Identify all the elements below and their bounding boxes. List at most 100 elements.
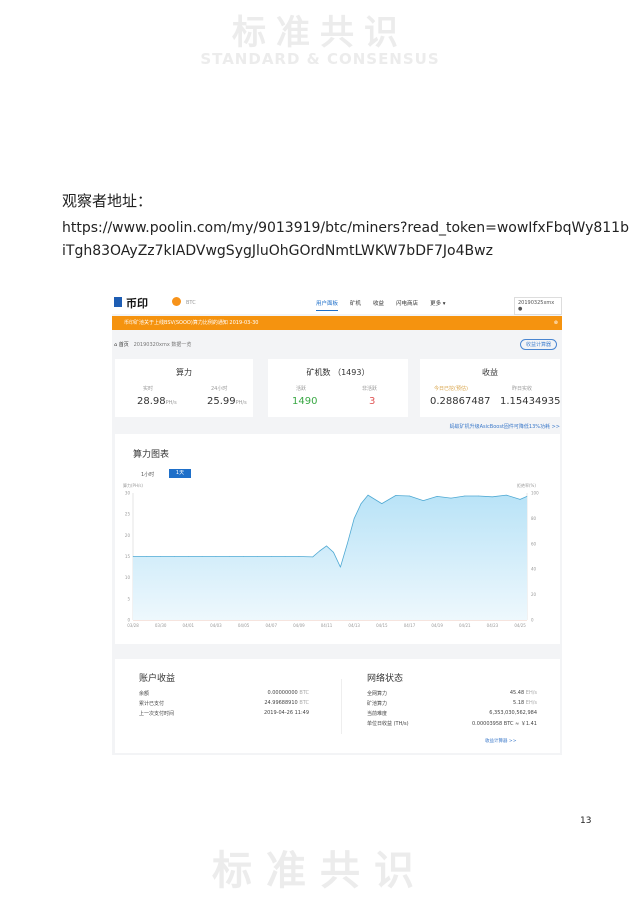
y-tick-label: 0 bbox=[127, 618, 130, 623]
data-point bbox=[409, 495, 410, 497]
data-point bbox=[319, 550, 320, 552]
y-right-tick-label: 60 bbox=[531, 541, 537, 546]
row-value: 5.18 EH/s bbox=[513, 700, 537, 706]
stat-label: 非活跃 bbox=[362, 386, 378, 392]
data-point bbox=[381, 503, 383, 504]
info-row: 累计已支付 24.99688910 BTC bbox=[139, 700, 309, 710]
bitcoin-icon bbox=[172, 297, 181, 306]
active-miners[interactable]: 1490 bbox=[292, 396, 317, 407]
data-point bbox=[423, 500, 424, 501]
profit-calculator-link[interactable]: 收益计算器 >> bbox=[485, 738, 516, 744]
data-point bbox=[312, 556, 314, 558]
row-value: 0.00003958 BTC ≈ ￥1.41 bbox=[472, 721, 537, 727]
calculator-button[interactable]: 收益计算器 bbox=[520, 339, 558, 350]
close-icon[interactable]: ⊗ bbox=[554, 316, 558, 330]
url-line-1[interactable]: https://www.poolin.com/my/9013919/btc/mi… bbox=[62, 220, 629, 236]
watermark-top: 标准共识 STANDARD & CONSENSUS bbox=[150, 16, 490, 68]
x-tick-label: 04/17 bbox=[404, 623, 416, 628]
data-point bbox=[132, 556, 134, 557]
info-row: 单位日收益 (TH/s) 0.00003958 BTC ≈ ￥1.41 bbox=[367, 720, 537, 730]
today-earnings: 0.28867487 bbox=[430, 396, 491, 407]
coin-label[interactable]: BTC bbox=[186, 300, 196, 306]
breadcrumb-home[interactable]: 首页 bbox=[119, 342, 129, 348]
row-value: 24.99688910 BTC bbox=[264, 700, 309, 706]
x-tick-label: 04/07 bbox=[265, 623, 277, 628]
hashrate-chart-card: 算力图表 1小时 1天 算力(PH/s) 拒绝率(%) 0 5 10 15 20 25 30 0 2… bbox=[115, 434, 560, 644]
nav-earnings[interactable]: 收益 bbox=[373, 299, 384, 311]
stat-label: 实时 bbox=[143, 386, 154, 392]
data-point bbox=[326, 545, 327, 547]
x-tick-label: 03/30 bbox=[155, 623, 167, 628]
y-tick-label: 20 bbox=[125, 533, 131, 538]
data-point bbox=[243, 556, 244, 557]
y-tick-label: 30 bbox=[125, 491, 131, 496]
account-name: 20190325xmx bbox=[518, 300, 555, 306]
x-tick-label: 04/15 bbox=[376, 623, 388, 628]
nav-more[interactable]: 更多 ▾ bbox=[430, 299, 446, 311]
data-point bbox=[519, 499, 521, 500]
y-tick-label: 10 bbox=[125, 575, 131, 580]
unit: PH/s bbox=[235, 400, 247, 406]
asicboost-link[interactable]: 蚂蚁矿机升级AsicBoost固件可降低13%功耗 >> bbox=[450, 423, 560, 430]
data-point bbox=[201, 556, 203, 557]
info-row: 当前难度 6,353,030,562,984 bbox=[367, 710, 537, 720]
data-point bbox=[333, 551, 334, 553]
data-point bbox=[284, 556, 286, 557]
page-number: 13 bbox=[580, 816, 592, 826]
y-axis-right-label: 拒绝率(%) bbox=[517, 482, 536, 488]
breadcrumb-current: 20190320xmx 数据一览 bbox=[133, 342, 192, 348]
banner-text: 币印矿池关于上线BSV(SOOO)算力比例的通知 2019-03-30 bbox=[124, 320, 259, 326]
row-value: 6,353,030,562,984 bbox=[489, 710, 537, 716]
breadcrumb: ⌂ 首页 20190320xmx 数据一览 bbox=[114, 342, 192, 348]
unit: PH/s bbox=[165, 400, 177, 406]
data-point bbox=[395, 495, 396, 496]
card-title: 收益 bbox=[482, 368, 498, 377]
nav-store[interactable]: 闪电商店 bbox=[396, 299, 418, 311]
card-title: 矿机数 （1493） bbox=[306, 368, 370, 377]
x-tick-label: 04/01 bbox=[183, 623, 195, 628]
row-label: 单位日收益 (TH/s) bbox=[367, 721, 409, 727]
account-button[interactable]: 20190325xmx ● bbox=[514, 297, 562, 315]
y-right-tick-label: 80 bbox=[531, 516, 537, 521]
row-label: 累计已支付 bbox=[139, 701, 165, 707]
divider bbox=[341, 679, 342, 734]
x-tick-label: 03/28 bbox=[127, 623, 139, 628]
network-title: 网络状态 bbox=[367, 674, 404, 684]
url-line-2[interactable]: iTgh83OAyZz7kIADVwgSygJluOhGOrdNmtLWKW7b… bbox=[62, 243, 493, 259]
data-point bbox=[360, 503, 362, 504]
data-point bbox=[229, 556, 231, 557]
24h-hashrate: 25.99 bbox=[207, 396, 236, 407]
y-axis-label: 算力(PH/s) bbox=[123, 482, 143, 488]
earnings-card: 收益 今日已挖(预估) 0.28867487 昨日实收 1.15434935 bbox=[420, 359, 560, 417]
observer-label: 观察者地址： bbox=[62, 192, 153, 210]
logo-text: 币印 bbox=[126, 297, 148, 310]
x-tick-label: 04/03 bbox=[210, 623, 222, 628]
inactive-miners[interactable]: 3 bbox=[369, 396, 375, 407]
data-point bbox=[257, 556, 258, 557]
hashrate-card: 算力 实时 28.98PH/s 24小时 25.99PH/s bbox=[115, 359, 253, 417]
card-title: 算力 bbox=[176, 368, 192, 377]
row-value: 2019-04-26 11:49 bbox=[263, 710, 309, 716]
nav-dashboard[interactable]: 用户面板 bbox=[316, 299, 339, 311]
data-point bbox=[346, 543, 348, 545]
x-tick-label: 04/05 bbox=[238, 623, 250, 628]
info-row: 余额 0.00000000 BTC bbox=[139, 690, 309, 700]
stat-label: 活跃 bbox=[296, 386, 307, 392]
hashrate-chart: 算力(PH/s) 拒绝率(%) 0 5 10 15 20 25 30 0 20 40 60 80 100 03… bbox=[123, 482, 539, 628]
data-point bbox=[492, 496, 493, 498]
stat-label: 昨日实收 bbox=[512, 386, 533, 392]
data-point bbox=[464, 495, 466, 497]
data-point bbox=[160, 556, 161, 557]
notice-banner[interactable]: 币印矿池关于上线BSV(SOOO)算力比例的通知 2019-03-30 ⊗ bbox=[112, 316, 562, 330]
row-label: 余额 bbox=[139, 691, 150, 697]
row-label: 当前难度 bbox=[367, 711, 388, 717]
data-point bbox=[340, 566, 341, 568]
data-point bbox=[174, 556, 175, 557]
stat-label: 24小时 bbox=[211, 386, 228, 392]
nav-miners[interactable]: 矿机 bbox=[350, 299, 361, 311]
data-point bbox=[505, 494, 507, 496]
data-point bbox=[187, 556, 189, 557]
x-tick-label: 04/21 bbox=[459, 623, 471, 628]
stat-label: 今日已挖(预估) bbox=[434, 386, 468, 392]
x-tick-label: 04/09 bbox=[293, 623, 305, 628]
